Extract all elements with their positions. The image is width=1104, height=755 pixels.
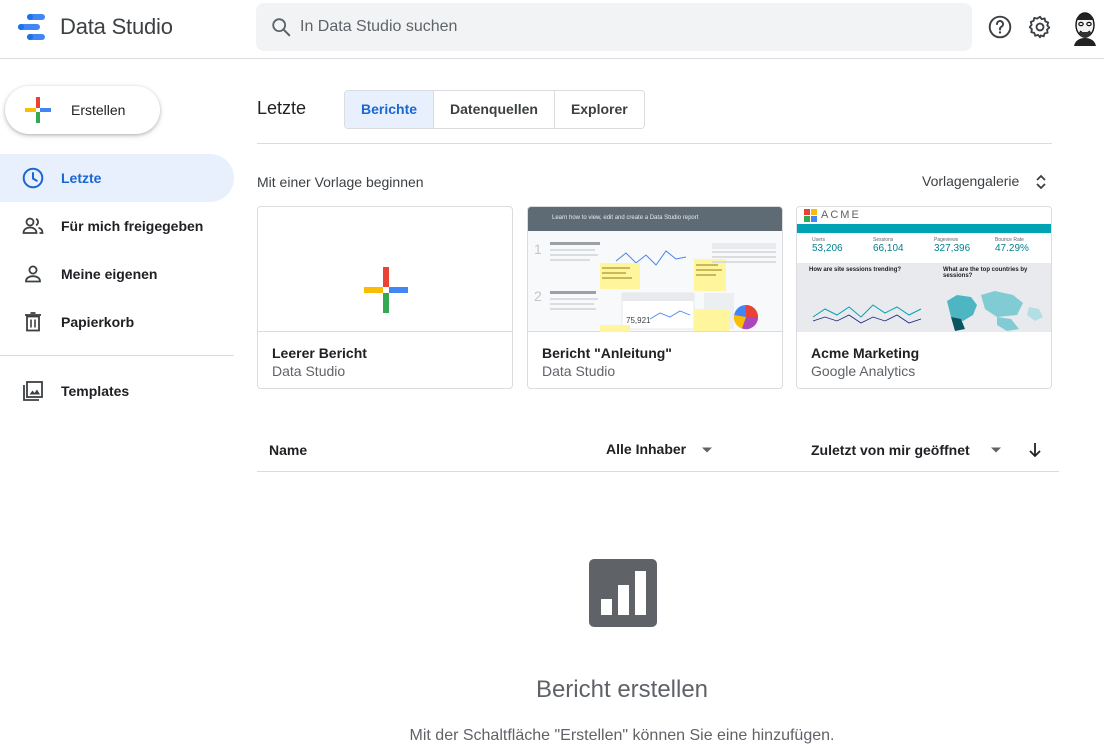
template-card-blank[interactable]: Leerer Bericht Data Studio xyxy=(257,206,513,389)
template-subtitle: Google Analytics xyxy=(811,363,916,379)
tutorial-preview-graphic: 1 2 75,921 xyxy=(534,241,776,332)
page-title: Letzte xyxy=(257,98,307,118)
sidebar-item-label: Papierkorb xyxy=(61,314,135,330)
acme-preview-graphic xyxy=(812,291,1043,331)
empty-state-subtitle: Mit der Schaltfläche "Erstellen" können … xyxy=(0,727,1104,745)
data-studio-logo-icon[interactable] xyxy=(17,13,49,41)
template-gallery-button[interactable]: Vorlagengalerie xyxy=(922,173,1046,190)
clock-icon xyxy=(22,167,44,189)
kpi-value: 47.29% xyxy=(995,243,1029,254)
template-card-tutorial[interactable]: Learn how to view, edit and create a Dat… xyxy=(527,206,783,389)
templates-heading: Mit einer Vorlage beginnen xyxy=(257,174,424,190)
tab-data-sources[interactable]: Datenquellen xyxy=(433,91,554,128)
search-input[interactable] xyxy=(300,13,940,41)
sidebar-item-shared[interactable]: Für mich freigegeben xyxy=(0,202,234,250)
sidebar-item-label: Templates xyxy=(61,383,130,399)
sidebar-item-label: Für mich freigegeben xyxy=(61,218,204,234)
acme-panel-left-title: How are site sessions trending? xyxy=(809,267,902,273)
image-icon xyxy=(23,381,43,401)
arrow-down-icon[interactable] xyxy=(1027,441,1043,459)
plus-icon xyxy=(364,267,408,313)
column-name[interactable]: Name xyxy=(269,442,307,458)
app-header: Data Studio xyxy=(0,0,1104,59)
trash-icon xyxy=(25,312,41,332)
svg-text:2: 2 xyxy=(534,288,542,304)
template-card-acme[interactable]: ACME Users 53,206 Sessions 66,104 Pagevi… xyxy=(796,206,1052,389)
sidebar-divider xyxy=(0,355,234,356)
template-title: Acme Marketing xyxy=(811,345,920,361)
kpi-value: 327,396 xyxy=(934,243,971,254)
svg-text:1: 1 xyxy=(534,241,542,257)
thumbnail-banner: Learn how to view, edit and create a Dat… xyxy=(552,215,699,221)
sidebar-item-label: Letzte xyxy=(61,170,102,186)
sidebar-item-label: Meine eigenen xyxy=(61,266,158,282)
acme-kpi-row: Users 53,206 Sessions 66,104 Pageviews 3… xyxy=(797,233,1051,263)
acme-brand: ACME xyxy=(821,209,861,221)
dropdown-arrow-icon[interactable] xyxy=(701,446,713,454)
template-thumbnail: Learn how to view, edit and create a Dat… xyxy=(528,207,782,332)
sidebar-item-recent[interactable]: Letzte xyxy=(0,154,234,202)
tab-explorer[interactable]: Explorer xyxy=(553,91,644,128)
kpi-value: 53,206 xyxy=(812,243,843,254)
person-icon xyxy=(25,265,41,283)
empty-state-title-text: Bericht erstellen xyxy=(535,676,709,703)
sidebar-item-trash[interactable]: Papierkorb xyxy=(0,298,234,346)
settings-icon[interactable] xyxy=(1027,14,1053,40)
tab-reports[interactable]: Berichte xyxy=(345,91,434,128)
empty-state-title: Bericht erstellen xyxy=(0,676,1104,704)
kpi-value: 66,104 xyxy=(873,243,904,254)
template-thumbnail xyxy=(258,207,512,332)
svg-text:75,921: 75,921 xyxy=(626,316,651,325)
template-title: Bericht "Anleitung" xyxy=(542,345,672,361)
avatar[interactable] xyxy=(1070,10,1100,46)
unfold-icon xyxy=(1036,174,1046,190)
template-gallery-label: Vorlagengalerie xyxy=(922,173,1020,189)
sidebar-item-templates[interactable]: Templates xyxy=(0,367,234,415)
create-button[interactable]: Erstellen xyxy=(5,86,160,134)
sort-dropdown[interactable]: Zuletzt von mir geöffnet xyxy=(811,442,970,458)
empty-state-subtitle-text: Mit der Schaltfläche "Erstellen" können … xyxy=(409,727,835,744)
bar-chart-icon xyxy=(589,559,657,627)
people-icon xyxy=(22,217,44,234)
search-bar[interactable] xyxy=(256,3,972,51)
acme-logo-icon xyxy=(804,209,817,222)
help-icon[interactable] xyxy=(987,14,1013,40)
template-thumbnail: ACME Users 53,206 Sessions 66,104 Pagevi… xyxy=(797,207,1051,332)
owner-filter-dropdown[interactable]: Alle Inhaber xyxy=(606,441,686,457)
tab-bar: Berichte Datenquellen Explorer xyxy=(344,90,645,129)
create-button-label: Erstellen xyxy=(71,102,126,118)
app-title[interactable]: Data Studio xyxy=(60,14,173,40)
template-subtitle: Data Studio xyxy=(272,363,346,379)
template-title: Leerer Bericht xyxy=(272,345,367,361)
dropdown-arrow-icon[interactable] xyxy=(990,446,1002,454)
search-icon[interactable] xyxy=(270,16,292,38)
main-divider xyxy=(257,143,1052,144)
template-subtitle: Data Studio xyxy=(542,363,616,379)
report-list-header: Name Alle Inhaber Zuletzt von mir geöffn… xyxy=(257,430,1059,472)
plus-icon xyxy=(25,97,51,123)
sidebar-item-owned[interactable]: Meine eigenen xyxy=(0,250,234,298)
